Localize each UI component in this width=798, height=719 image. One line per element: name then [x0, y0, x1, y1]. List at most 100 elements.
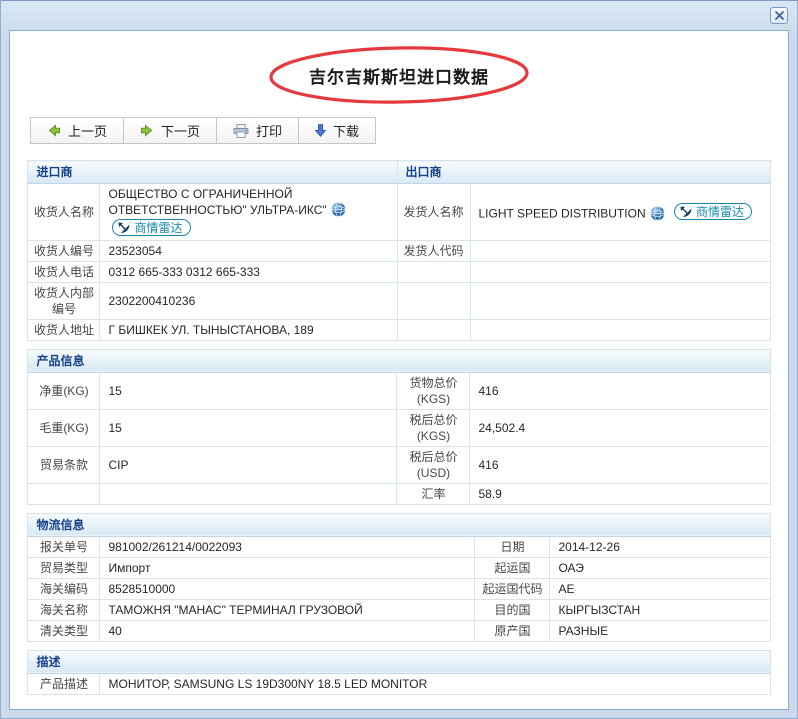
field-value: 58.9: [470, 483, 770, 504]
field-label: 清关类型: [28, 620, 100, 641]
table-row: 收货人电话 0312 665-333 0312 665-333: [28, 261, 770, 282]
field-value: [470, 240, 770, 261]
field-label: 货物总价 (KGS): [397, 372, 470, 409]
prev-page-label: 上一页: [68, 121, 107, 140]
field-label: [397, 282, 470, 319]
section-header-row: 描述: [28, 650, 770, 673]
section-header-row: 产品信息: [28, 349, 770, 372]
dialog-titlebar[interactable]: [1, 1, 797, 30]
field-label: 净重(KG): [28, 372, 100, 409]
download-button[interactable]: 下载: [298, 117, 376, 144]
field-value: 416: [470, 446, 770, 483]
table-row: 汇率 58.9: [28, 483, 770, 504]
prev-arrow-icon: [47, 124, 61, 137]
field-label: 海关名称: [28, 599, 100, 620]
section-header-row: 进口商 出口商: [28, 161, 770, 184]
field-value: [100, 483, 397, 504]
next-page-button[interactable]: 下一页: [123, 117, 217, 144]
close-icon: [775, 11, 784, 20]
field-label: 贸易条款: [28, 446, 100, 483]
prev-page-button[interactable]: 上一页: [30, 117, 124, 144]
importer-section-title: 进口商: [28, 161, 397, 184]
product-section-title: 产品信息: [28, 349, 770, 372]
table-row: 海关编码 8528510000 起运国代码 AE: [28, 578, 770, 599]
field-label: 汇率: [397, 483, 470, 504]
field-value: Импорт: [100, 557, 475, 578]
field-value: [470, 319, 770, 340]
field-label: 收货人编号: [28, 240, 100, 261]
field-label: 毛重(KG): [28, 409, 100, 446]
field-value: 2014-12-26: [550, 536, 770, 557]
field-label: 起运国代码: [475, 578, 550, 599]
field-label: 日期: [475, 536, 550, 557]
print-button[interactable]: 打印: [216, 117, 299, 144]
field-label: 发货人代码: [397, 240, 470, 261]
field-label: 收货人地址: [28, 319, 100, 340]
table-row: 毛重(KG) 15 税后总价 (KGS) 24,502.4: [28, 409, 770, 446]
field-value: 23523054: [100, 240, 397, 261]
field-value: 416: [470, 372, 770, 409]
radar-dish-icon: [118, 222, 131, 234]
page-title: 吉尔吉斯斯坦进口数据: [309, 63, 489, 88]
field-value: AE: [550, 578, 770, 599]
logistics-info-table: 物流信息 报关单号 981002/261214/0022093 日期 2014-…: [27, 513, 770, 642]
globe-icon[interactable]: [650, 206, 665, 221]
field-value: LIGHT SPEED DISTRIBUTION 商情雷达: [470, 184, 770, 241]
field-value: Г БИШКЕК УЛ. ТЫНЫСТАНОВА, 189: [100, 319, 397, 340]
field-label: [397, 261, 470, 282]
field-label: 目的国: [475, 599, 550, 620]
field-value: РАЗНЫЕ: [550, 620, 770, 641]
field-label: 贸易类型: [28, 557, 100, 578]
field-value: 8528510000: [100, 578, 475, 599]
field-label: 收货人电话: [28, 261, 100, 282]
table-row: 海关名称 ТАМОЖНЯ "МАНАС" ТЕРМИНАЛ ГРУЗОВОЙ 目…: [28, 599, 770, 620]
field-value: [470, 261, 770, 282]
radar-badge-link[interactable]: 商情雷达: [674, 203, 752, 220]
field-value: 981002/261214/0022093: [100, 536, 475, 557]
close-button[interactable]: [770, 7, 788, 24]
description-table: 描述 产品描述 МОНИТОР, SAMSUNG LS 19D300NY 18.…: [27, 650, 770, 695]
table-row: 贸易类型 Импорт 起运国 ОАЭ: [28, 557, 770, 578]
field-value: CIP: [100, 446, 397, 483]
table-row: 净重(KG) 15 货物总价 (KGS) 416: [28, 372, 770, 409]
radar-badge-label: 商情雷达: [134, 220, 182, 236]
field-label: 税后总价 (USD): [397, 446, 470, 483]
radar-badge-link[interactable]: 商情雷达: [112, 219, 190, 236]
table-row: 收货人地址 Г БИШКЕК УЛ. ТЫНЫСТАНОВА, 189: [28, 319, 770, 340]
field-value: 15: [100, 372, 397, 409]
field-label: 发货人名称: [397, 184, 470, 241]
field-value: ОАЭ: [550, 557, 770, 578]
field-label: 起运国: [475, 557, 550, 578]
field-label: 产品描述: [28, 673, 100, 694]
product-info-table: 产品信息 净重(KG) 15 货物总价 (KGS) 416 毛重(KG) 15 …: [27, 349, 770, 505]
shipper-name-value: LIGHT SPEED DISTRIBUTION: [479, 207, 646, 221]
radar-dish-icon: [680, 206, 693, 218]
field-value: [470, 282, 770, 319]
field-value: 0312 665-333 0312 665-333: [100, 261, 397, 282]
field-label: [397, 319, 470, 340]
download-arrow-icon: [315, 124, 326, 137]
description-section-title: 描述: [28, 650, 770, 673]
field-value: 40: [100, 620, 475, 641]
exporter-section-title: 出口商: [397, 161, 770, 184]
toolbar: 上一页 下一页 打印 下载: [30, 117, 376, 144]
field-label: 收货人内部编号: [28, 282, 100, 319]
printer-icon: [233, 124, 249, 138]
table-row: 收货人内部编号 2302200410236: [28, 282, 770, 319]
table-row: 收货人名称 ОБЩЕСТВО С ОГРАНИЧЕННОЙ ОТВЕТСТВЕН…: [28, 184, 770, 241]
field-label: 原产国: [475, 620, 550, 641]
table-row: 产品描述 МОНИТОР, SAMSUNG LS 19D300NY 18.5 L…: [28, 673, 770, 694]
field-value: КЫРГЫЗСТАН: [550, 599, 770, 620]
field-value: 24,502.4: [470, 409, 770, 446]
field-label: 收货人名称: [28, 184, 100, 241]
dialog-window: 吉尔吉斯斯坦进口数据 上一页 下一页: [0, 0, 798, 719]
globe-icon[interactable]: [331, 202, 346, 217]
title-area: 吉尔吉斯斯坦进口数据: [10, 63, 788, 87]
next-page-label: 下一页: [161, 121, 200, 140]
table-row: 收货人编号 23523054 发货人代码: [28, 240, 770, 261]
next-arrow-icon: [140, 124, 154, 137]
field-value: МОНИТОР, SAMSUNG LS 19D300NY 18.5 LED MO…: [100, 673, 770, 694]
print-label: 打印: [256, 121, 282, 140]
consignee-name-value: ОБЩЕСТВО С ОГРАНИЧЕННОЙ ОТВЕТСТВЕННОСТЬЮ…: [108, 187, 326, 217]
download-label: 下载: [333, 121, 359, 140]
